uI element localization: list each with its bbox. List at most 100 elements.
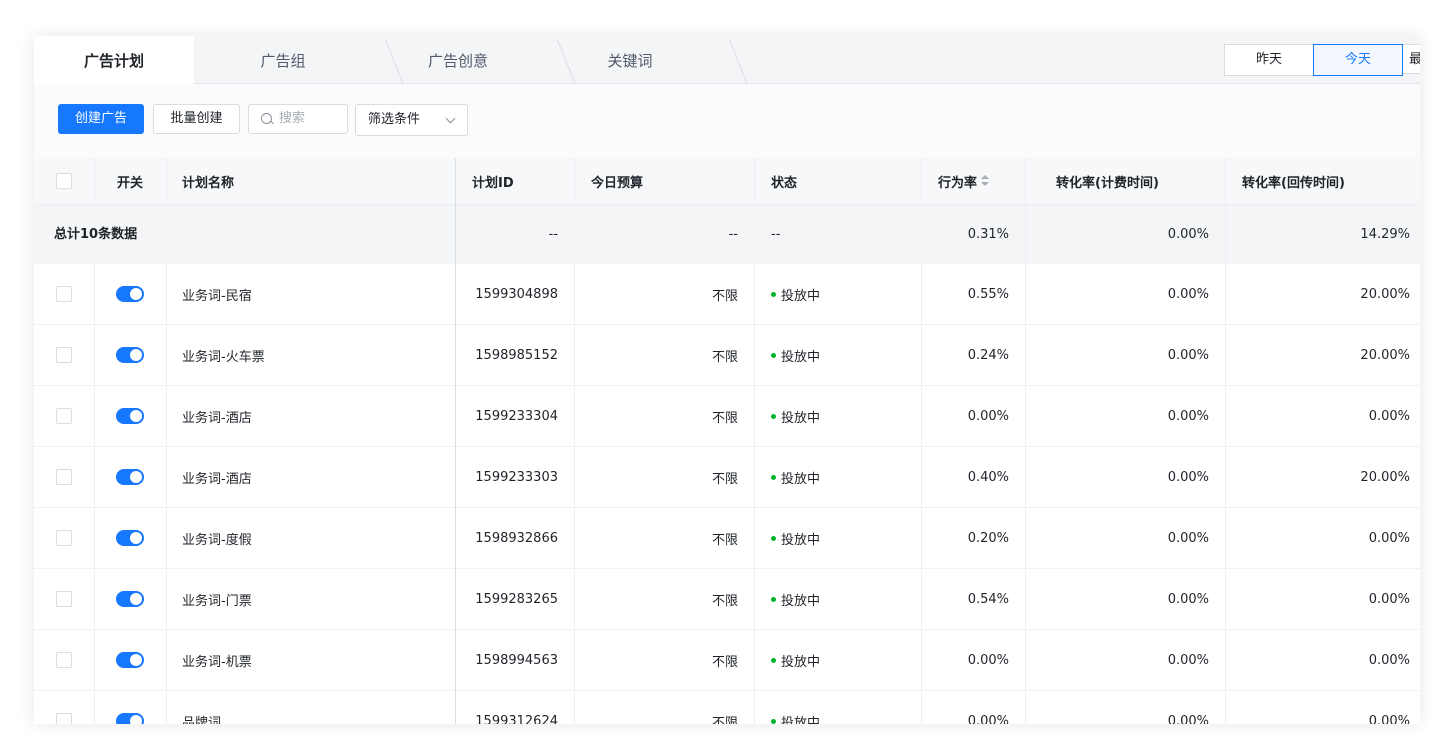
plan-id: 1599233304 bbox=[475, 408, 558, 424]
search-icon bbox=[261, 113, 272, 124]
conv-billing: 0.00% bbox=[1167, 713, 1209, 725]
row-switch-cell bbox=[94, 447, 166, 507]
table-row[interactable]: 业务词-火车票 1598985152 不限 投放中 0.24% 0.00% 20.00% bbox=[34, 325, 1420, 386]
row-checkbox[interactable] bbox=[56, 469, 72, 485]
plan-id: 1598932866 bbox=[475, 530, 558, 546]
action-rate: 0.00% bbox=[967, 408, 1009, 424]
row-checkbox[interactable] bbox=[56, 286, 72, 302]
table-header: 开关 计划名称 计划ID 今日预算 状态 行为率 转化率(计费时间) 转化率(回… bbox=[34, 158, 1420, 205]
row-checkbox-cell bbox=[34, 386, 94, 446]
plan-toggle-switch[interactable] bbox=[116, 530, 144, 546]
table-row[interactable]: 业务词-民宿 1599304898 不限 投放中 0.55% 0.00% 20.00% bbox=[34, 264, 1420, 325]
conv-postback: 0.00% bbox=[1368, 652, 1410, 668]
plan-name[interactable]: 业务词-火车票 bbox=[166, 325, 455, 385]
table-row[interactable]: 业务词-机票 1598994563 不限 投放中 0.00% 0.00% 0.00% bbox=[34, 630, 1420, 691]
table-row[interactable]: 业务词-门票 1599283265 不限 投放中 0.54% 0.00% 0.00% bbox=[34, 569, 1420, 630]
status-cell: 投放中 bbox=[755, 630, 921, 690]
plan-name[interactable]: 业务词-民宿 bbox=[166, 264, 455, 324]
plan-toggle-switch[interactable] bbox=[116, 469, 144, 485]
tab-label: 广告创意 bbox=[427, 52, 488, 70]
plan-toggle-switch[interactable] bbox=[116, 286, 144, 302]
search-input[interactable] bbox=[277, 110, 345, 127]
tab-ad-creative[interactable]: 广告创意 bbox=[372, 36, 576, 83]
row-checkbox[interactable] bbox=[56, 713, 72, 724]
status-cell: 投放中 bbox=[755, 386, 921, 446]
table-row[interactable]: 业务词-酒店 1599233304 不限 投放中 0.00% 0.00% 0.00% bbox=[34, 386, 1420, 447]
plan-name[interactable]: 业务词-机票 bbox=[166, 630, 455, 690]
date-recent-button[interactable]: 最 bbox=[1402, 44, 1420, 74]
plan-id: 1598985152 bbox=[475, 347, 558, 363]
row-switch-cell bbox=[94, 630, 166, 690]
status-text: 投放中 bbox=[781, 654, 821, 670]
conv-billing: 0.00% bbox=[1167, 408, 1209, 424]
fixed-column-divider bbox=[455, 158, 456, 724]
status-cell: 投放中 bbox=[755, 691, 921, 724]
conv-postback: 0.00% bbox=[1368, 530, 1410, 546]
total-label: 总计10条数据 bbox=[54, 227, 138, 242]
filter-dropdown[interactable]: 筛选条件 bbox=[355, 104, 468, 136]
action-rate: 0.00% bbox=[967, 713, 1009, 725]
conv-billing: 0.00% bbox=[1167, 652, 1209, 668]
status-text: 投放中 bbox=[781, 593, 821, 609]
header-action-rate[interactable]: 行为率 bbox=[922, 158, 1025, 204]
status-dot-icon bbox=[771, 413, 776, 419]
table-row[interactable]: 品牌词 1599312624 不限 投放中 0.00% 0.00% 0.00% bbox=[34, 691, 1420, 724]
action-rate: 0.20% bbox=[967, 530, 1009, 546]
status-cell: 投放中 bbox=[755, 569, 921, 629]
header-checkbox-cell bbox=[34, 158, 94, 204]
conv-billing: 0.00% bbox=[1167, 469, 1209, 485]
tab-ad-plan[interactable]: 广告计划 bbox=[34, 36, 194, 84]
status-cell: 投放中 bbox=[755, 447, 921, 507]
row-checkbox[interactable] bbox=[56, 530, 72, 546]
row-checkbox[interactable] bbox=[56, 347, 72, 363]
date-yesterday-button[interactable]: 昨天 bbox=[1224, 44, 1314, 76]
header-plan-name: 计划名称 bbox=[182, 175, 235, 191]
plan-id: 1599304898 bbox=[475, 286, 558, 302]
total-id: -- bbox=[548, 227, 558, 242]
action-rate: 0.00% bbox=[967, 652, 1009, 668]
action-rate: 0.24% bbox=[967, 347, 1009, 363]
table-row[interactable]: 业务词-酒店 1599233303 不限 投放中 0.40% 0.00% 20.00% bbox=[34, 447, 1420, 508]
plan-name[interactable]: 业务词-酒店 bbox=[166, 447, 455, 507]
tab-ad-group[interactable]: 广告组 bbox=[194, 36, 404, 83]
total-conv-postback: 14.29% bbox=[1360, 227, 1410, 242]
plan-toggle-switch[interactable] bbox=[116, 713, 144, 724]
daily-budget: 不限 bbox=[711, 410, 738, 426]
daily-budget: 不限 bbox=[711, 593, 738, 609]
status-text: 投放中 bbox=[781, 715, 821, 725]
row-checkbox-cell bbox=[34, 264, 94, 324]
status-text: 投放中 bbox=[781, 288, 821, 304]
tab-keywords[interactable]: 关键词 bbox=[544, 36, 748, 83]
row-checkbox[interactable] bbox=[56, 408, 72, 424]
plan-name[interactable]: 业务词-酒店 bbox=[166, 386, 455, 446]
status-dot-icon bbox=[771, 291, 776, 297]
select-all-checkbox[interactable] bbox=[56, 173, 72, 189]
row-switch-cell bbox=[94, 508, 166, 568]
create-ad-button[interactable]: 创建广告 bbox=[58, 104, 144, 134]
tab-label: 广告组 bbox=[260, 52, 306, 70]
status-text: 投放中 bbox=[781, 471, 821, 487]
plan-name[interactable]: 业务词-度假 bbox=[166, 508, 455, 568]
date-today-button[interactable]: 今天 bbox=[1313, 44, 1403, 76]
toolbar: 创建广告 批量创建 筛选条件 bbox=[34, 84, 1420, 158]
daily-budget: 不限 bbox=[711, 471, 738, 487]
plan-name[interactable]: 业务词-门票 bbox=[166, 569, 455, 629]
table-row[interactable]: 业务词-度假 1598932866 不限 投放中 0.20% 0.00% 0.00% bbox=[34, 508, 1420, 569]
plan-toggle-switch[interactable] bbox=[116, 347, 144, 363]
row-switch-cell bbox=[94, 264, 166, 324]
row-checkbox[interactable] bbox=[56, 591, 72, 607]
row-checkbox-cell bbox=[34, 569, 94, 629]
plan-toggle-switch[interactable] bbox=[116, 408, 144, 424]
total-conv-billing: 0.00% bbox=[1167, 227, 1209, 242]
batch-create-button[interactable]: 批量创建 bbox=[153, 104, 240, 134]
sort-icon[interactable] bbox=[981, 175, 990, 187]
plan-name[interactable]: 品牌词 bbox=[166, 691, 455, 725]
plan-toggle-switch[interactable] bbox=[116, 652, 144, 668]
row-switch-cell bbox=[94, 386, 166, 446]
row-checkbox-cell bbox=[34, 691, 94, 724]
table-body: 业务词-民宿 1599304898 不限 投放中 0.55% 0.00% 20.00% 业务词… bbox=[34, 264, 1420, 724]
ad-management-panel: 广告计划 广告组 广告创意 关键词 昨天 今天 最 创建广告 批量创建 筛选条件 bbox=[34, 36, 1420, 724]
conv-postback: 20.00% bbox=[1360, 469, 1410, 485]
plan-toggle-switch[interactable] bbox=[116, 591, 144, 607]
row-checkbox[interactable] bbox=[56, 652, 72, 668]
